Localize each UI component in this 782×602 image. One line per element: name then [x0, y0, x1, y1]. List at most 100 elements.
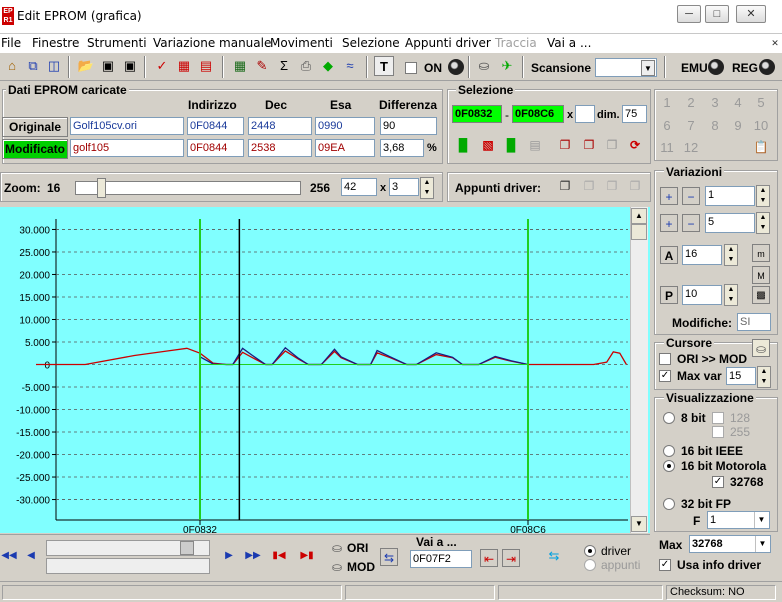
max-var-spinner[interactable]: ▲ ▼	[757, 366, 771, 388]
appunti-clear-icon[interactable]: ❐	[626, 177, 644, 195]
sigma-icon[interactable]: Σ	[274, 56, 294, 76]
first-icon[interactable]: ◀◀	[0, 545, 18, 567]
minimize-button[interactable]: ─	[677, 5, 701, 23]
clipboard-icon[interactable]: 📋	[752, 138, 770, 156]
reset-icon[interactable]: ▤	[196, 56, 216, 76]
menu-movimenti[interactable]: Movimenti	[270, 36, 333, 50]
run-icon[interactable]: ✈	[497, 56, 517, 76]
refresh-icon[interactable]: ⟳	[626, 136, 644, 154]
close-button[interactable]: ✕	[736, 5, 766, 23]
num-8[interactable]: 8	[706, 118, 724, 133]
columns-icon[interactable]: ◫	[44, 56, 64, 76]
diagram-icon[interactable]: ◆	[318, 56, 338, 76]
zoom-mult-field[interactable]: 3	[389, 178, 419, 196]
edit-icon[interactable]: ✎	[252, 56, 272, 76]
delete-selection-icon[interactable]: ❐	[603, 136, 621, 154]
var-p-spinner[interactable]: ▲ ▼	[724, 284, 738, 306]
mul-icon[interactable]: m	[752, 244, 770, 262]
num-10[interactable]: 10	[752, 118, 770, 133]
open-folder-icon[interactable]: 📂	[76, 56, 96, 76]
scroll-up-arrow-icon[interactable]: ▲	[631, 208, 647, 224]
sub-1-icon[interactable]: −	[682, 187, 700, 205]
128-checkbox[interactable]	[712, 412, 724, 424]
f-chevron-down-icon[interactable]: ▼	[754, 512, 768, 528]
zoom-slider-thumb[interactable]	[97, 178, 106, 198]
num-1[interactable]: 1	[658, 95, 676, 110]
appunti-radio[interactable]	[584, 559, 596, 571]
scroll-down-arrow-icon[interactable]: ▼	[631, 516, 647, 532]
var-step2-spinner[interactable]: ▲ ▼	[756, 212, 770, 234]
ori-mod-checkbox[interactable]	[659, 353, 671, 365]
paste-selection-icon[interactable]: ❐	[580, 136, 598, 154]
zoom-mult-spinner[interactable]: ▲ ▼	[420, 177, 434, 199]
ori-lock-icon[interactable]: ⛀	[328, 539, 346, 557]
selezione-from-field[interactable]: 0F0832	[452, 105, 502, 123]
chart-scroll-thumb[interactable]	[631, 224, 647, 240]
m-icon[interactable]: M	[752, 266, 770, 284]
modificato-dec-field[interactable]: 2538	[248, 139, 312, 157]
originale-indirizzo-field[interactable]: 0F0844	[187, 117, 244, 135]
chart-vertical-scrollbar[interactable]	[630, 207, 648, 533]
num-3[interactable]: 3	[706, 95, 724, 110]
calc-icon[interactable]: ▦	[174, 56, 194, 76]
horizontal-scrollbar-bottom[interactable]	[46, 558, 210, 574]
originale-file-field[interactable]: Golf105cv.ori	[70, 117, 184, 135]
8bit-radio[interactable]	[663, 412, 675, 424]
originale-diff-field[interactable]: 90	[380, 117, 437, 135]
driver-radio[interactable]	[584, 545, 596, 557]
print-icon[interactable]: ⎙	[296, 56, 316, 76]
a-icon[interactable]: A	[660, 246, 678, 264]
text-tool-icon[interactable]: T	[374, 56, 394, 76]
32bit-fp-radio[interactable]	[663, 498, 675, 510]
lock-icon[interactable]: ⛀	[474, 56, 494, 76]
num-7[interactable]: 7	[682, 118, 700, 133]
dim-field[interactable]: 75	[622, 105, 647, 123]
next-icon[interactable]: ▶	[220, 545, 238, 567]
save-icon[interactable]: ▣	[98, 56, 118, 76]
var-p-field[interactable]: 10	[682, 285, 722, 305]
var-step1-field[interactable]: 1	[705, 186, 755, 206]
add-1-icon[interactable]: +	[660, 187, 678, 205]
prev-mark-icon[interactable]: ▮◀	[270, 545, 288, 567]
originale-button[interactable]: Originale	[2, 117, 68, 137]
swap-icon[interactable]: ⇆	[380, 548, 398, 566]
var-step1-spinner[interactable]: ▲ ▼	[756, 185, 770, 207]
save-as-icon[interactable]: ▣	[120, 56, 140, 76]
on-checkbox[interactable]	[405, 62, 417, 74]
modificato-file-field[interactable]: golf105	[70, 139, 184, 157]
mod-lock-icon[interactable]: ⛀	[328, 558, 346, 576]
appunti-copy-icon[interactable]: ❐	[556, 177, 574, 195]
appunti-cut-icon[interactable]: ❐	[603, 177, 621, 195]
calculator-icon[interactable]: ▦	[230, 56, 250, 76]
appunti-paste-icon[interactable]: ❐	[580, 177, 598, 195]
var-a-spinner[interactable]: ▲ ▼	[724, 244, 738, 266]
num-2[interactable]: 2	[682, 95, 700, 110]
num-11[interactable]: 11	[658, 140, 676, 155]
num-6[interactable]: 6	[658, 118, 676, 133]
32768-checkbox[interactable]: ✓	[712, 476, 724, 488]
home-icon[interactable]: ⌂	[2, 56, 22, 76]
menu-selezione[interactable]: Selezione	[342, 36, 400, 50]
chart-small-icon[interactable]: ▩	[752, 286, 770, 304]
prev-icon[interactable]: ◀	[22, 545, 40, 567]
goto-left-icon[interactable]: ⇤	[480, 549, 498, 567]
num-5[interactable]: 5	[752, 95, 770, 110]
cursore-lock-icon[interactable]: ⛀	[752, 339, 770, 357]
p-icon[interactable]: P	[660, 286, 678, 304]
last-icon[interactable]: ▶▶	[244, 545, 262, 567]
windows-icon[interactable]: ⧉	[23, 56, 43, 76]
modificato-diff-field[interactable]: 3,68	[380, 139, 424, 157]
add-5-icon[interactable]: +	[660, 214, 678, 232]
scrollbar-top-thumb[interactable]	[180, 541, 194, 555]
mode-arrows-icon[interactable]: ⇆	[534, 548, 574, 568]
16bit-motorola-radio[interactable]	[663, 460, 675, 472]
mdi-close-icon[interactable]: ✕	[770, 35, 780, 51]
goto-right-icon[interactable]: ⇥	[502, 549, 520, 567]
zoom-value-field[interactable]: 42	[341, 178, 377, 196]
ori-label[interactable]: ORI	[347, 541, 368, 555]
num-12[interactable]: 12	[682, 140, 700, 155]
usa-info-checkbox[interactable]: ✓	[659, 559, 671, 571]
originale-dec-field[interactable]: 2448	[248, 117, 312, 135]
zoom-slider-track[interactable]	[75, 181, 301, 195]
menu-strumenti[interactable]: Strumenti	[87, 36, 147, 50]
